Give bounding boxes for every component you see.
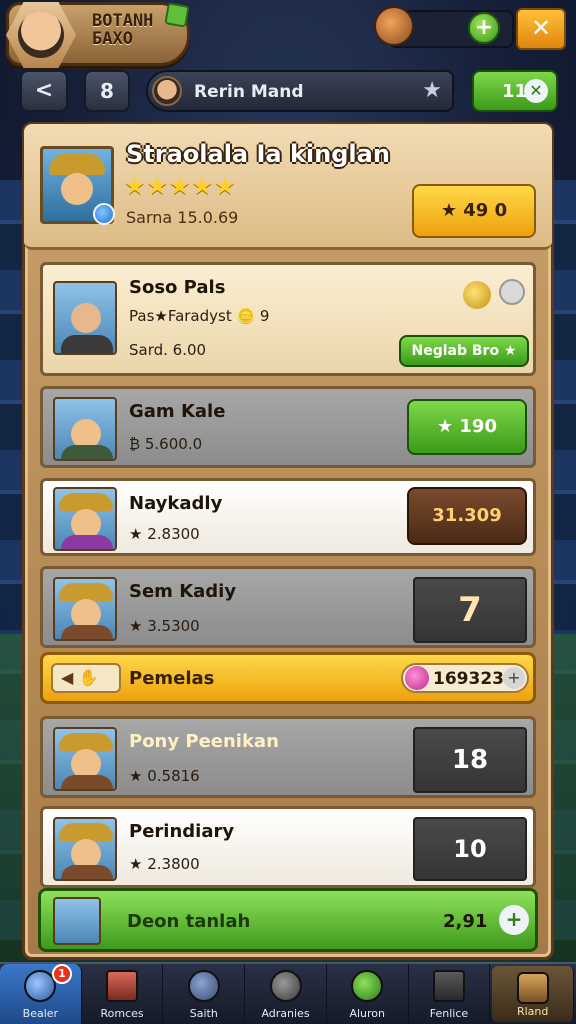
add-currency-button[interactable]: +: [468, 12, 500, 44]
count-button[interactable]: 11 ✕: [472, 70, 558, 112]
avatar-face-icon: [18, 12, 64, 58]
profile-name-line2: БAXO: [92, 29, 133, 49]
nav-label: Adranies: [261, 1007, 310, 1020]
row-portrait: [53, 487, 117, 551]
currency-bird-icon: [374, 6, 414, 46]
nav-item-romces[interactable]: Romces: [82, 964, 164, 1024]
list-item[interactable]: Naykadly ★ 2.8300 31.309: [40, 478, 536, 556]
search-text: Rerin Mand: [194, 82, 304, 102]
back-button[interactable]: <: [20, 70, 68, 112]
hat-icon: [49, 153, 105, 175]
row-name: Pony Peenikan: [129, 731, 279, 752]
nav-label: Saith: [189, 1007, 218, 1020]
category-value-pill: 169323 +: [401, 663, 529, 693]
row-detail: ★ 0.5816: [129, 767, 200, 785]
search-icon: [187, 970, 220, 1002]
list-item[interactable]: Sem Kadiy ★ 3.5300 7: [40, 566, 536, 648]
row-portrait: [53, 281, 117, 355]
notification-badge: 1: [52, 964, 72, 984]
player-summary-label: Deon tanlah: [127, 911, 251, 932]
list-item[interactable]: Soso Pals Pas★Faradyst 🪙 9 Sard. 6.00 Ne…: [40, 262, 536, 376]
row-detail: ₿ 5.600.0: [129, 435, 203, 453]
row-action-button[interactable]: Neglab Bro ★: [399, 335, 529, 367]
info-icon[interactable]: [499, 279, 525, 305]
body-icon: [61, 625, 113, 639]
category-back-button[interactable]: ◀ ✋: [51, 663, 121, 693]
featured-stars: ★★★★★: [124, 172, 237, 200]
nav-label: Aluron: [349, 1007, 385, 1020]
row-detail: ★ 2.8300: [129, 525, 200, 543]
face-icon: [71, 303, 101, 333]
list-item[interactable]: Pony Peenikan ★ 0.5816 18: [40, 716, 536, 798]
nav-item-aluron[interactable]: Aluron: [327, 964, 409, 1024]
list-item[interactable]: Gam Kale ₿ 5.600.0 ★ 190: [40, 386, 536, 468]
favorite-star-icon[interactable]: ★: [422, 78, 442, 103]
body-icon: [61, 865, 113, 879]
clear-icon[interactable]: ✕: [524, 79, 548, 103]
category-value: 169323: [433, 669, 504, 689]
row-portrait: [53, 397, 117, 461]
camera-icon: [269, 970, 302, 1002]
search-avatar-icon: [152, 76, 182, 106]
nav-item-fenlice[interactable]: Fenlice: [409, 964, 491, 1024]
cards-icon: [106, 970, 139, 1002]
profile-name: ΒΟΤΑΝΗ БAXO: [92, 12, 153, 48]
nav-label: Romces: [100, 1007, 144, 1020]
row-name: Sem Kadiy: [129, 581, 237, 602]
player-summary-bar[interactable]: Deon tanlah 2,91 +: [38, 888, 538, 952]
row-detail: ★ 3.5300: [129, 617, 200, 635]
row-name: Perindiary: [129, 821, 235, 842]
rank-number: 18: [413, 727, 527, 793]
close-button[interactable]: ✕: [516, 8, 566, 50]
body-icon: [61, 335, 113, 353]
row-detail-secondary: Sard. 6.00: [129, 341, 207, 359]
rank-badge-icon: [93, 203, 115, 225]
row-action-button[interactable]: ★ 190: [407, 399, 527, 455]
row-name: Gam Kale: [129, 401, 226, 422]
nav-item-adranies[interactable]: Adranies: [245, 964, 327, 1024]
globe-icon: [351, 970, 384, 1002]
list-item[interactable]: Perindiary ★ 2.3800 10: [40, 806, 536, 888]
profile-name-line1: ΒΟΤΑΝΗ: [92, 11, 154, 31]
row-detail: Pas★Faradyst 🪙 9: [129, 307, 270, 325]
category-label: Pemelas: [129, 668, 215, 689]
row-name: Naykadly: [129, 493, 223, 514]
player-summary-value: 2,91: [443, 911, 488, 932]
bottom-navigation: 1 Bealer Romces Saith Adranies Aluron Fe…: [0, 962, 576, 1024]
nav-item-bealer[interactable]: 1 Bealer: [0, 964, 82, 1024]
profile-flag-icon: [164, 2, 190, 28]
search-bar[interactable]: Rerin Mand ★: [146, 70, 454, 112]
nav-label: Fenlice: [429, 1007, 469, 1020]
coin-icon: [463, 281, 491, 309]
nav-label: Bealer: [22, 1007, 59, 1020]
pin-icon[interactable]: +: [503, 667, 525, 689]
category-bar[interactable]: ◀ ✋ Pemelas 169323 +: [40, 652, 536, 704]
nav-label: Rland: [516, 1005, 549, 1018]
grid-icon: [432, 970, 465, 1002]
row-portrait: [53, 577, 117, 641]
body-icon: [61, 445, 113, 459]
rank-number: 7: [413, 577, 527, 643]
player-portrait: [53, 897, 101, 945]
body-icon: [61, 775, 113, 789]
filter-button[interactable]: 8: [84, 70, 130, 112]
featured-subtitle: Sarna 15.0.69: [126, 208, 239, 227]
gem-icon: [405, 666, 429, 690]
row-portrait: [53, 817, 117, 881]
row-name: Soso Pals: [129, 277, 226, 298]
featured-portrait[interactable]: [40, 146, 115, 225]
row-portrait: [53, 727, 117, 791]
nav-item-saith[interactable]: Saith: [163, 964, 246, 1024]
row-detail: ★ 2.3800: [129, 855, 200, 873]
face-icon: [61, 173, 93, 205]
featured-title: Straolala Ia kinglan: [126, 140, 390, 168]
body-icon: [61, 535, 113, 549]
expand-button[interactable]: +: [499, 905, 529, 935]
featured-action-button[interactable]: ★ 49 0: [412, 184, 536, 238]
nav-item-rland[interactable]: Rland: [492, 966, 575, 1022]
row-score-button[interactable]: 31.309: [407, 487, 527, 545]
shop-icon: [516, 972, 549, 1004]
rank-number: 10: [413, 817, 527, 881]
